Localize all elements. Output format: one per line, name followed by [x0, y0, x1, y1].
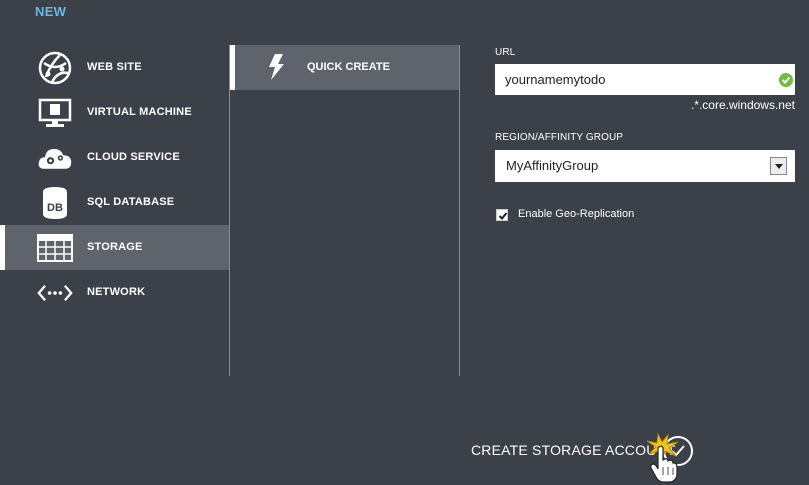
database-icon: DB — [37, 185, 73, 221]
valid-check-icon — [779, 73, 793, 87]
quick-create-label: QUICK CREATE — [307, 61, 390, 73]
nav-item-web-site[interactable]: WEB SITE — [0, 45, 229, 90]
nav-label-sql-database: SQL DATABASE — [87, 196, 175, 208]
url-suffix: .*.core.windows.net — [690, 98, 795, 112]
lightning-icon — [266, 53, 286, 81]
nav-item-cloud-service[interactable]: CLOUD SERVICE — [0, 135, 229, 180]
url-label: URL — [495, 47, 516, 58]
create-options-panel: QUICK CREATE — [229, 45, 460, 376]
pointer-hand-icon — [650, 445, 678, 483]
chevron-down-icon[interactable] — [770, 157, 787, 175]
new-label: NEW — [35, 4, 67, 19]
storage-grid-icon — [37, 230, 73, 266]
nav-label-storage: STORAGE — [87, 241, 143, 253]
nav-label-web-site: WEB SITE — [87, 61, 142, 73]
geo-replication-checkbox[interactable] — [496, 209, 508, 221]
region-select[interactable]: MyAffinityGroup — [495, 150, 795, 182]
nav-item-network[interactable]: NETWORK — [0, 270, 229, 315]
nav-item-virtual-machine[interactable]: VIRTUAL MACHINE — [0, 90, 229, 135]
nav-label-virtual-machine: VIRTUAL MACHINE — [87, 106, 192, 118]
url-input[interactable] — [495, 64, 795, 95]
service-nav: WEB SITE VIRTUAL MACHINE CLOUD SERVICE D… — [0, 45, 229, 315]
nav-label-network: NETWORK — [87, 286, 146, 298]
svg-text:DB: DB — [47, 202, 63, 214]
nav-item-sql-database[interactable]: DB SQL DATABASE — [0, 180, 229, 225]
region-label: REGION/AFFINITY GROUP — [495, 132, 624, 143]
quick-create-option[interactable]: QUICK CREATE — [230, 45, 459, 90]
nav-item-storage[interactable]: STORAGE — [0, 225, 229, 270]
monitor-icon — [37, 95, 73, 131]
create-storage-account-label: CREATE STORAGE ACCOUNT — [471, 442, 676, 458]
globe-icon — [37, 50, 73, 86]
cloud-gear-icon — [37, 140, 73, 176]
region-select-value: MyAffinityGroup — [506, 158, 599, 173]
nav-label-cloud-service: CLOUD SERVICE — [87, 151, 180, 163]
geo-replication-label: Enable Geo-Replication — [518, 208, 635, 220]
network-icon — [37, 275, 73, 311]
